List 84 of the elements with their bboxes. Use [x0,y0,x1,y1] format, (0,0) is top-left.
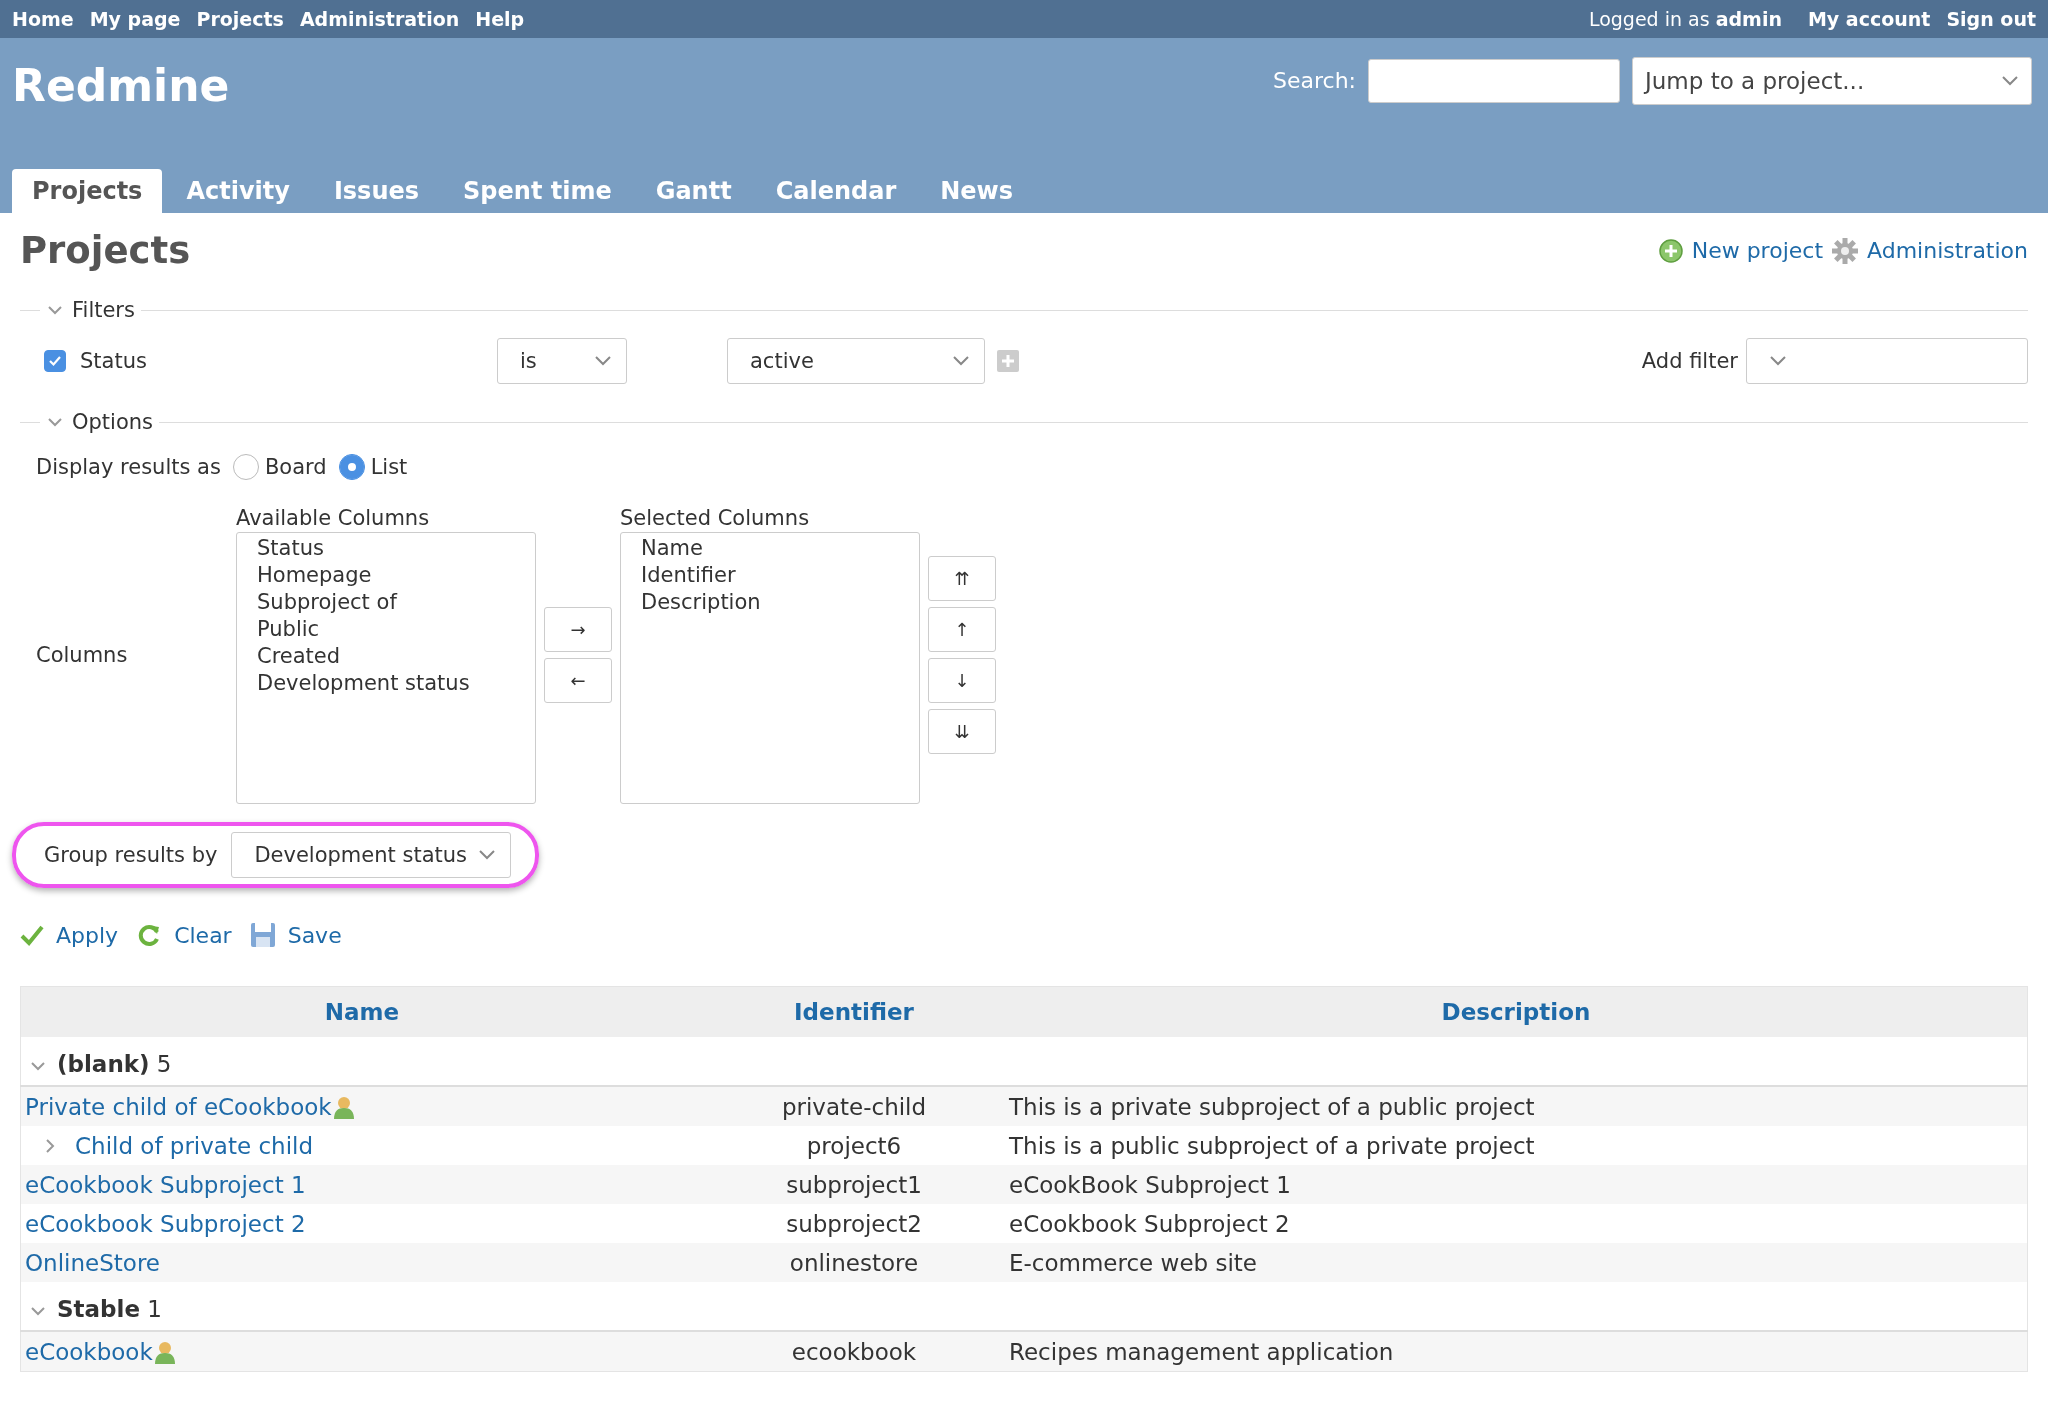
menu-link[interactable]: Projects [196,8,284,30]
radio-button[interactable] [338,454,365,480]
list-option[interactable]: Public [257,616,515,643]
plus-icon[interactable] [997,350,1019,372]
action-link[interactable]: Apply [20,922,119,948]
list-box[interactable]: Name Identifier Description [620,532,920,804]
column-header[interactable]: Name [20,986,703,1037]
group-label: Group results by [44,843,218,867]
table-cell: subproject2 [703,1204,1005,1243]
display-label: Display results as [36,455,221,479]
list-label: Available Columns [236,506,431,530]
list-option[interactable]: Subproject of [257,589,515,616]
project-link[interactable]: OnlineStore [25,1249,160,1276]
project-link[interactable]: eCookbook Subproject 2 [25,1210,306,1237]
page-title: Projects [20,229,191,272]
menu-link[interactable]: Home [12,8,74,30]
site-title: Redmine [12,60,230,111]
list-option[interactable]: Description [641,589,899,616]
checkbox[interactable] [44,350,66,372]
column-header[interactable]: Description [1005,986,2028,1037]
plus-circle-icon [1657,237,1684,264]
radio-button[interactable] [232,454,259,480]
list-option[interactable]: Created [257,643,515,670]
caret-icon [1769,355,1787,367]
table-cell: project6 [703,1126,1005,1165]
list-option[interactable]: Homepage [257,562,515,589]
order-button[interactable]: ↑ [928,607,996,652]
list-option[interactable]: Identifier [641,562,899,589]
order-button[interactable]: ⇈ [928,556,996,601]
action-link[interactable]: New project [1657,237,1823,264]
columns-label: Columns [36,643,129,667]
login-status: Logged in as admin [1588,8,1782,30]
move-button[interactable]: → [544,607,612,652]
caret-icon [2001,74,2019,87]
table-cell: onlinestore [703,1243,1005,1282]
list-option[interactable]: Development status [257,670,515,697]
list-label: Selected Columns [620,506,811,530]
column-header[interactable]: Identifier [703,986,1005,1037]
list-option[interactable]: Name [641,535,899,562]
table-cell: This is a public subproject of a private project [1005,1126,2028,1165]
caret-icon [478,849,497,861]
caret-icon [594,355,612,367]
project-link[interactable]: eCookbook Subproject 1 [25,1171,306,1198]
value-select[interactable]: active [727,338,985,384]
table-cell: eCookBook Subproject 1 [1005,1165,2028,1204]
table-cell: subproject1 [703,1165,1005,1204]
group-select[interactable]: Development status [231,832,512,878]
menu-link[interactable]: My page [89,8,181,30]
section-toggle[interactable]: Options [40,410,160,434]
list-option[interactable]: Status [257,535,515,562]
action-link[interactable]: Save [249,922,342,948]
menu-link[interactable]: Help [475,8,525,30]
action-link[interactable]: Administration [1831,236,2028,265]
list-box[interactable]: Status Homepage Subproject of Public Created Development status [236,532,536,804]
table-cell: ecookbook [703,1331,1005,1372]
table-cell: private-child [703,1086,1005,1126]
nav-tab[interactable]: Projects [12,169,163,213]
search-field[interactable] [1368,58,1620,103]
table-cell: This is a private subproject of a public project [1005,1086,2028,1126]
menu-link[interactable]: My account [1807,8,1931,30]
order-button[interactable]: ↓ [928,658,996,703]
operator-select[interactable]: is [497,338,627,384]
gear-icon [1831,236,1859,265]
project-link[interactable]: eCookbook [25,1338,153,1365]
radio-label[interactable]: List [370,455,408,479]
checkmark-icon [20,924,44,946]
table-cell: Recipes management application [1005,1331,2028,1372]
section-toggle[interactable]: Filters [40,298,141,322]
add-filter-select[interactable] [1746,338,2028,384]
menu-link[interactable]: Administration [299,8,460,30]
add-filter-label: Add filter [1641,349,1738,373]
menu-link[interactable]: Sign out [1946,8,2036,30]
project-link[interactable]: Private child of eCookbook [25,1093,332,1120]
project-jump-select[interactable]: Jump to a project... [1632,56,2032,105]
table-cell: eCookbook Subproject 2 [1005,1204,2028,1243]
caret-icon [952,355,970,367]
radio-label[interactable]: Board [264,455,327,479]
filter-label: Status [80,349,147,373]
move-button[interactable]: ← [544,658,612,703]
search-label: Search: [1273,68,1356,93]
order-button[interactable]: ⇊ [928,709,996,754]
action-link[interactable]: Clear [136,922,232,948]
table-cell: E-commerce web site [1005,1243,2028,1282]
project-link[interactable]: Child of private child [75,1132,314,1159]
